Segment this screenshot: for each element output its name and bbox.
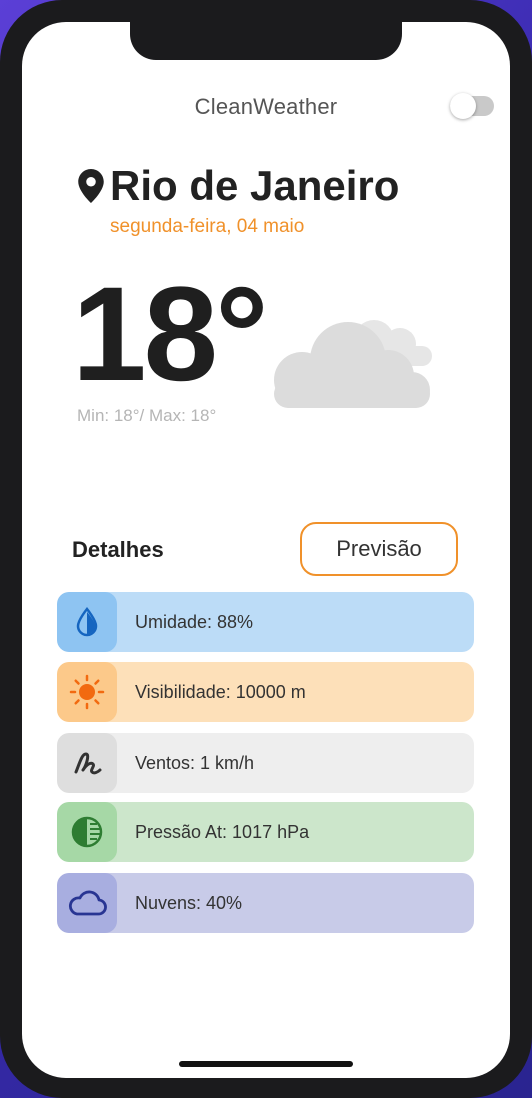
- home-indicator[interactable]: [179, 1061, 353, 1067]
- forecast-button[interactable]: Previsão: [300, 522, 458, 576]
- cloud-icon: [68, 890, 107, 916]
- pressure-label: Pressão At: 1017 hPa: [135, 821, 310, 842]
- humidity-card: Umidade: 88%: [57, 592, 474, 652]
- current-temperature: 18°: [72, 260, 269, 409]
- toggle-knob: [450, 93, 476, 119]
- theme-toggle[interactable]: [450, 93, 494, 119]
- cloud-icon: [274, 320, 432, 408]
- visibility-label: Visibilidade: 10000 m: [135, 681, 306, 702]
- device-notch: [130, 22, 402, 60]
- current-date: segunda-feira, 04 maio: [110, 216, 305, 237]
- min-max-temperature: Min: 18°/ Max: 18°: [77, 406, 217, 425]
- location-pin-icon: [78, 169, 104, 203]
- sun-icon: [69, 674, 105, 710]
- visibility-card: Visibilidade: 10000 m: [57, 662, 474, 722]
- app-screen: CleanWeather Rio de Janeiro segunda-feir…: [22, 22, 510, 1078]
- humidity-label: Umidade: 88%: [135, 611, 254, 632]
- app-title: CleanWeather: [194, 94, 338, 119]
- pressure-icon: [71, 816, 103, 848]
- water-drop-icon: [76, 607, 98, 637]
- location-header: Rio de Janeiro: [78, 162, 399, 210]
- pressure-card: Pressão At: 1017 hPa: [57, 802, 474, 862]
- phone-frame: CleanWeather Rio de Janeiro segunda-feir…: [0, 0, 532, 1098]
- wind-icon: [74, 752, 102, 775]
- city-name: Rio de Janeiro: [110, 162, 400, 209]
- wind-label: Ventos: 1 km/h: [135, 752, 255, 773]
- details-title: Detalhes: [72, 537, 164, 562]
- wind-card: Ventos: 1 km/h: [57, 733, 474, 793]
- clouds-card: Nuvens: 40%: [57, 873, 474, 933]
- clouds-label: Nuvens: 40%: [135, 892, 243, 913]
